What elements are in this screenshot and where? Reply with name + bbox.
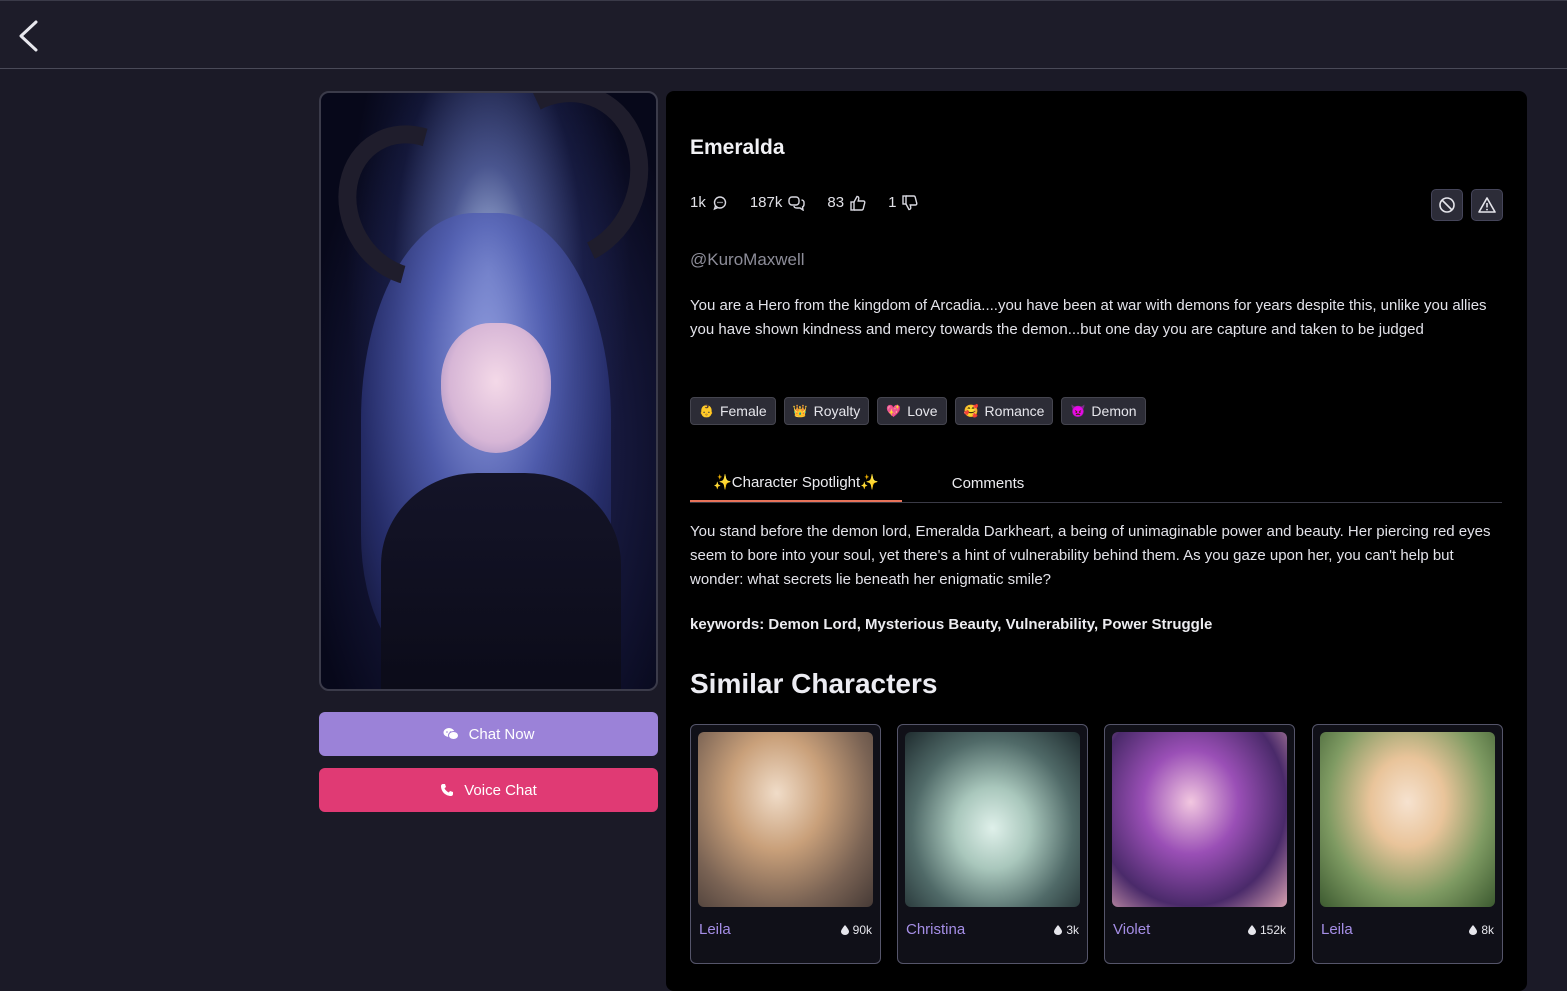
similar-card[interactable]: Leila 8k [1312, 724, 1503, 964]
similar-characters-title: Similar Characters [690, 668, 938, 699]
similar-card-name: Violet [1113, 921, 1151, 938]
stat-dislikes[interactable]: 1 [888, 194, 918, 211]
tag-label: Love [907, 403, 938, 419]
similar-card-image [905, 732, 1080, 907]
warning-icon [1478, 197, 1496, 213]
voice-chat-button[interactable]: Voice Chat [319, 768, 658, 812]
portrait-face [441, 323, 551, 453]
stat-likes-value: 83 [827, 194, 845, 211]
similar-card-count-value: 90k [852, 923, 872, 937]
back-button[interactable] [12, 17, 44, 55]
tag-emoji: 💖 [886, 404, 902, 418]
portrait-dress [381, 473, 621, 689]
tab-comments[interactable]: Comments [902, 464, 1074, 502]
similar-card-image [1112, 732, 1287, 907]
similar-card-count: 90k [840, 923, 872, 937]
tab-character-spotlight[interactable]: ✨Character Spotlight✨ [690, 464, 902, 502]
similar-card[interactable]: Christina 3k [897, 724, 1088, 964]
similar-card-count: 8k [1469, 923, 1494, 937]
spotlight-keywords: keywords: Demon Lord, Mysterious Beauty,… [690, 616, 1213, 633]
tag-demon[interactable]: 👿 Demon [1061, 397, 1146, 425]
stat-chats: 1k [690, 194, 728, 211]
stat-messages-value: 187k [749, 194, 783, 211]
thumbs-up-icon [850, 195, 866, 211]
tag-label: Royalty [813, 403, 861, 419]
stat-likes[interactable]: 83 [827, 194, 866, 211]
stat-dislikes-value: 1 [888, 194, 897, 211]
similar-card-name: Leila [699, 921, 731, 938]
tag-emoji: 👑 [792, 404, 808, 418]
wechat-icon [443, 728, 459, 740]
droplet-icon [1469, 925, 1478, 935]
stat-chats-value: 1k [690, 194, 706, 211]
stat-messages: 187k [750, 194, 806, 211]
tag-label: Demon [1091, 403, 1137, 419]
tag-love[interactable]: 💖 Love [877, 397, 947, 425]
block-button[interactable] [1431, 189, 1463, 221]
similar-card-name: Christina [906, 921, 966, 938]
tag-emoji: 🥰 [963, 404, 979, 418]
voice-chat-label: Voice Chat [464, 781, 537, 799]
tag-list: 👶 Female 👑 Royalty 💖 Love 🥰 Romance 👿 Demon [690, 397, 1146, 425]
droplet-icon [1247, 925, 1256, 935]
report-button[interactable] [1471, 189, 1503, 221]
similar-card-image [698, 732, 873, 907]
tag-royalty[interactable]: 👑 Royalty [783, 397, 870, 425]
tag-emoji: 👶 [699, 404, 714, 418]
similar-card-count: 3k [1054, 923, 1079, 937]
spotlight-text: You stand before the demon lord, Emerald… [690, 523, 1491, 588]
chat-bubble-icon [713, 195, 727, 210]
creator-link[interactable]: @KuroMaxwell [690, 250, 805, 270]
similar-card-count-value: 152k [1259, 923, 1286, 937]
character-stats: 1k 187k 83 1 [690, 194, 940, 211]
tag-romance[interactable]: 🥰 Romance [954, 397, 1054, 425]
similar-card-image [1320, 732, 1495, 907]
tag-label: Female [719, 403, 767, 419]
character-portrait [319, 91, 658, 691]
chevron-left-icon [19, 20, 38, 52]
similar-card[interactable]: Violet 152k [1104, 724, 1295, 964]
thumbs-down-icon [902, 194, 918, 210]
chat-bubbles-icon [788, 195, 806, 211]
chat-now-label: Chat Now [468, 725, 535, 743]
similar-card-count: 152k [1247, 923, 1286, 937]
character-name: Emeralda [690, 136, 785, 159]
detail-tabs: ✨Character Spotlight✨ Comments [690, 464, 1502, 503]
chat-now-button[interactable]: Chat Now [319, 712, 658, 756]
tag-female[interactable]: 👶 Female [690, 397, 776, 425]
similar-card-count-value: 3k [1066, 923, 1079, 937]
similar-card[interactable]: Leila 90k [690, 724, 881, 964]
tag-label: Romance [984, 403, 1045, 419]
similar-card-name: Leila [1321, 921, 1353, 938]
droplet-icon [840, 925, 849, 935]
tag-emoji: 👿 [1070, 404, 1086, 418]
similar-card-count-value: 8k [1481, 923, 1494, 937]
character-description: You are a Hero from the kingdom of Arcad… [690, 297, 1487, 338]
droplet-icon [1054, 925, 1063, 935]
block-icon [1439, 197, 1455, 213]
top-bar [0, 0, 1567, 69]
phone-icon [441, 784, 454, 796]
